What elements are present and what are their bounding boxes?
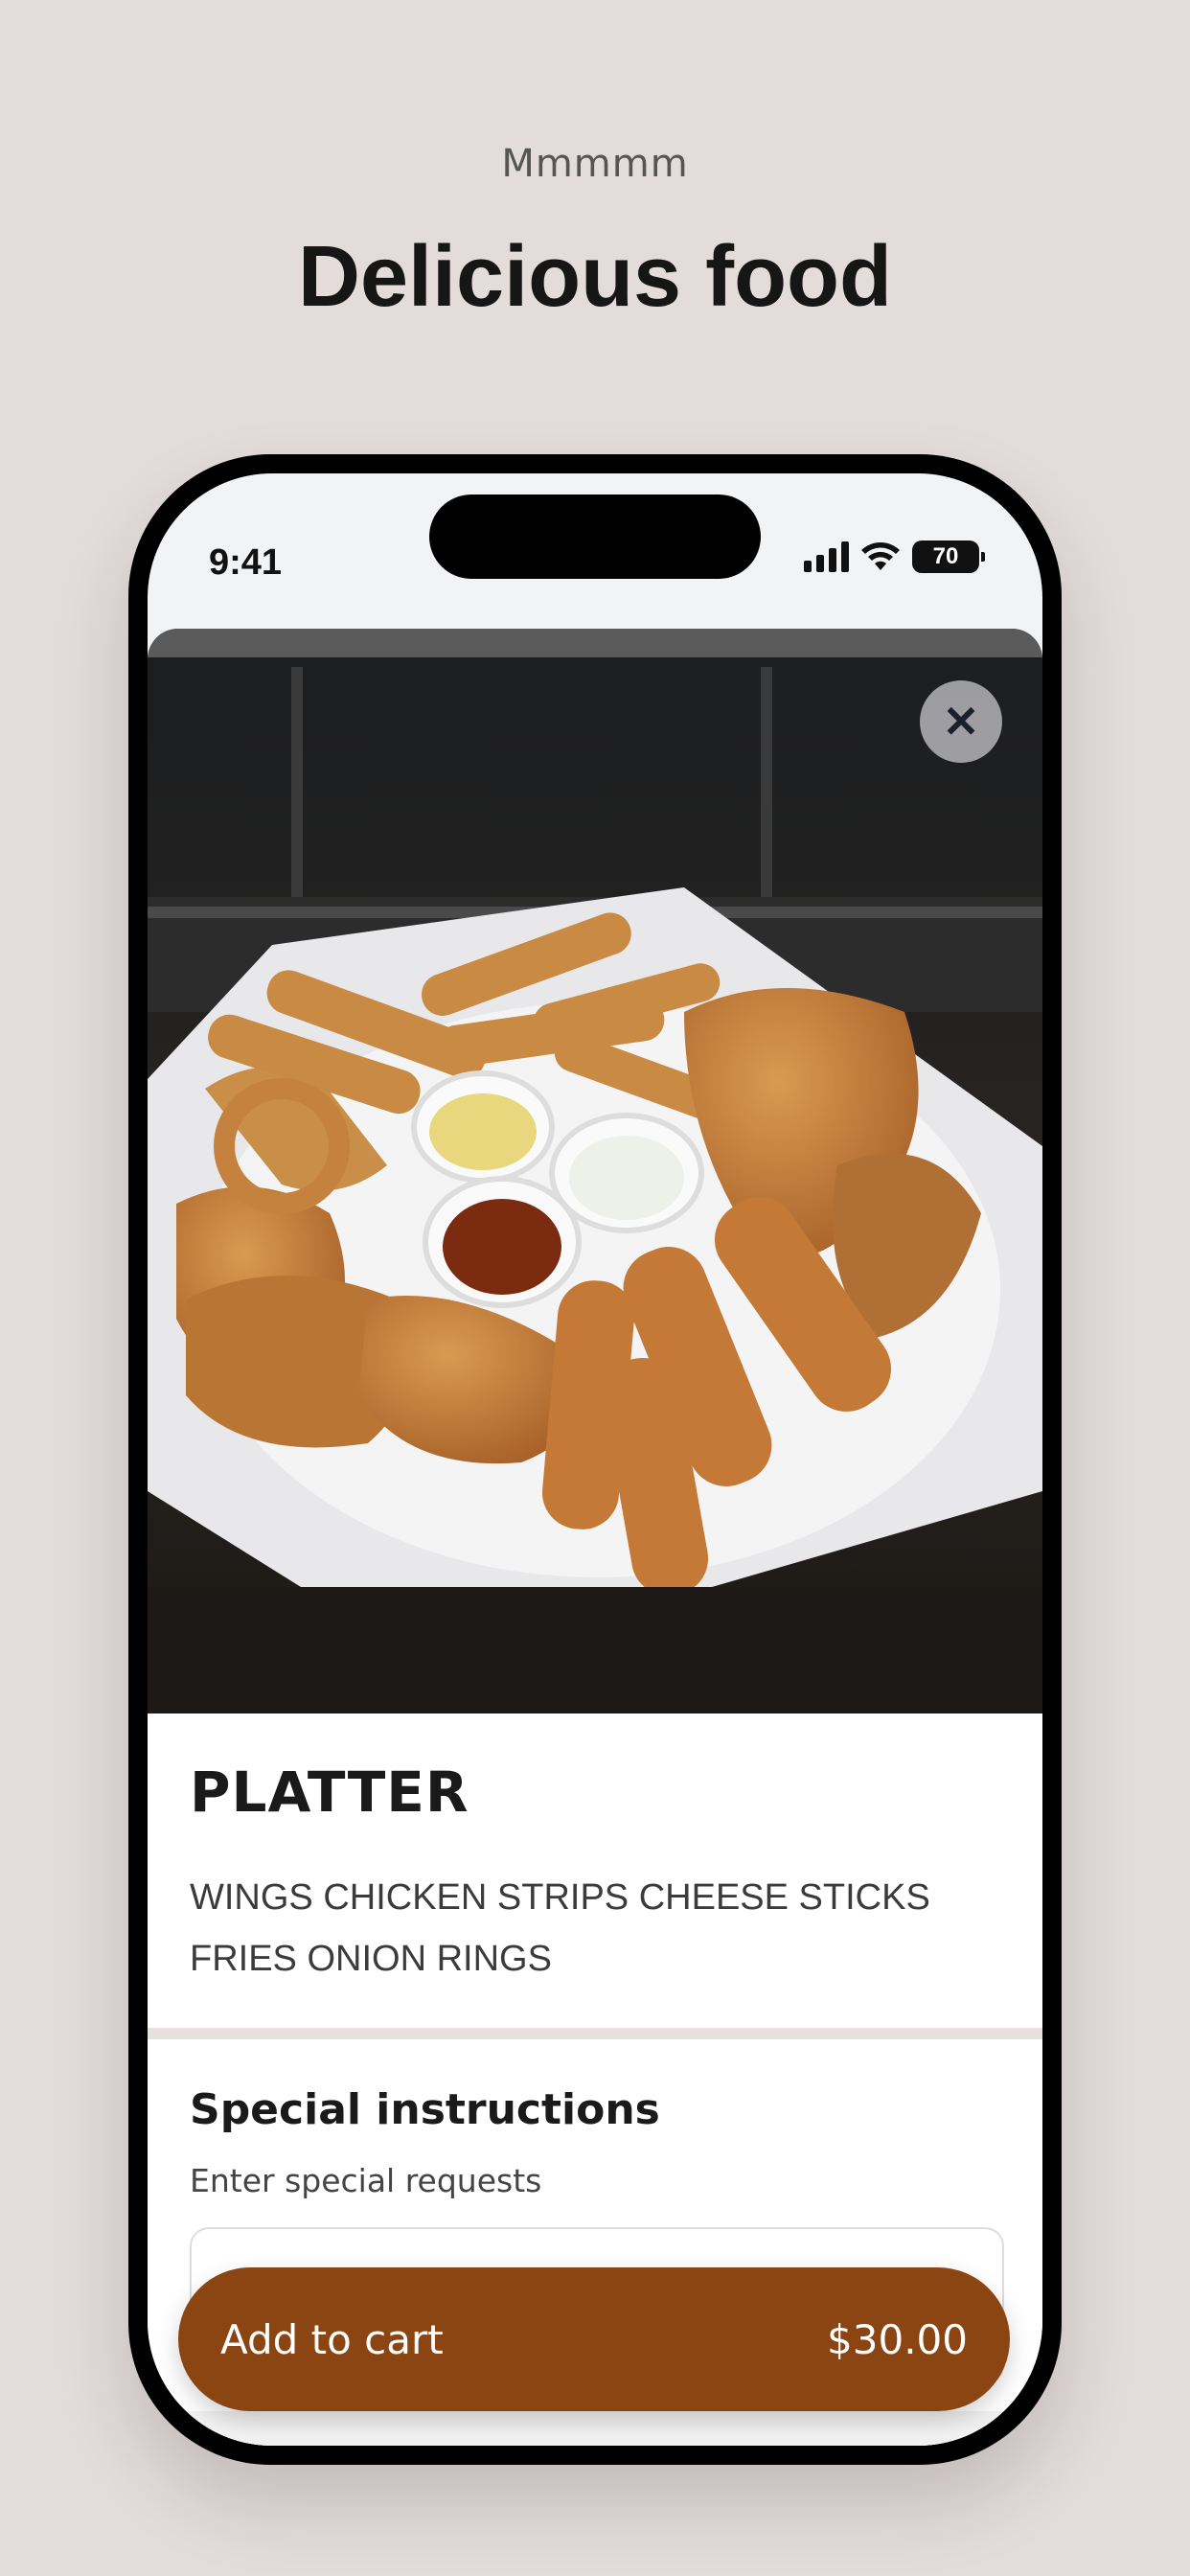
status-icons: 70 (804, 540, 985, 573)
food-photo (148, 629, 1042, 1714)
item-title: PLATTER (190, 1760, 469, 1825)
cart-price: $30.00 (827, 2315, 968, 2363)
header-subtitle: Mmmmm (501, 142, 689, 186)
dynamic-island (429, 494, 761, 579)
header-title: Delicious food (297, 229, 893, 325)
add-to-cart-button[interactable]: Add to cart $30.00 (178, 2267, 1010, 2411)
battery-icon: 70 (912, 540, 985, 573)
bottom-area (148, 2411, 1042, 2446)
add-to-cart-label: Add to cart (220, 2315, 444, 2363)
item-sheet: ✕ PLATTER WINGS CHICKEN STRIPS CHEESE ST… (148, 629, 1042, 2446)
close-icon: ✕ (942, 697, 980, 747)
special-instructions-subtitle: Enter special requests (190, 2162, 542, 2199)
special-instructions-title: Special instructions (190, 2085, 660, 2134)
wifi-icon (861, 542, 900, 570)
status-time: 9:41 (209, 542, 283, 583)
item-description: WINGS CHICKEN STRIPS CHEESE STICKS FRIES… (190, 1877, 930, 1979)
close-button[interactable]: ✕ (920, 680, 1002, 763)
phone-frame: 9:41 70 ✕ PLATTER WINGS CHICKEN STRIPS C… (128, 454, 1062, 2465)
signal-icon (804, 541, 849, 572)
phone-screen: 9:41 70 ✕ PLATTER WINGS CHICKEN STRIPS C… (148, 473, 1042, 2446)
section-divider (148, 2028, 1042, 2039)
